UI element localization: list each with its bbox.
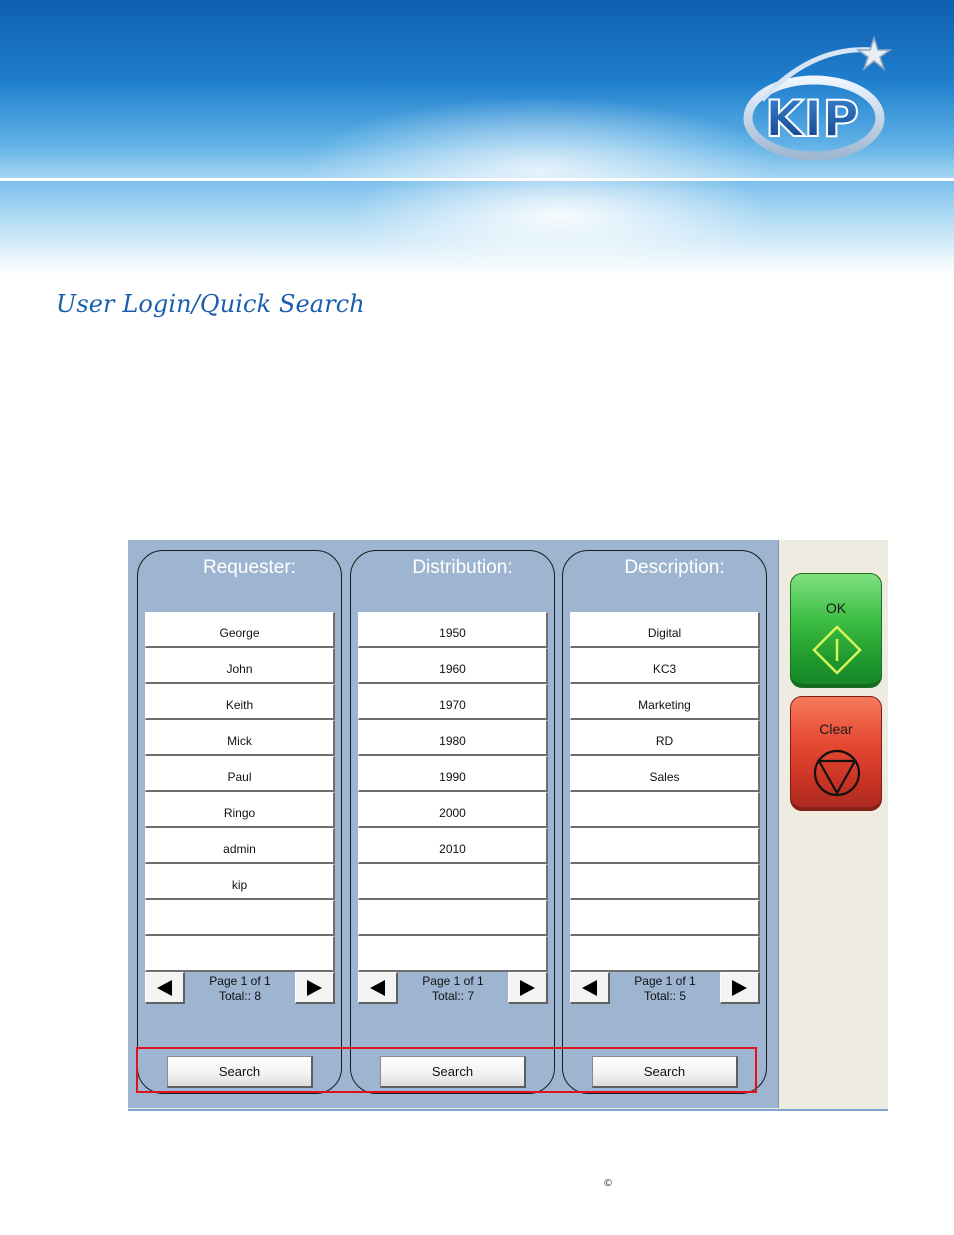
list-item[interactable]: admin — [145, 828, 335, 864]
list-item[interactable] — [570, 936, 760, 972]
list-item[interactable] — [570, 792, 760, 828]
page-indicator: Page 1 of 1 — [209, 974, 271, 988]
total-count: Total:: 8 — [218, 989, 262, 1003]
next-page-button[interactable] — [508, 972, 548, 1004]
list-item[interactable]: John — [145, 648, 335, 684]
distribution-pager: Page 1 of 1 Total:: 7 — [358, 972, 548, 1006]
page-indicator: Page 1 of 1 — [634, 974, 696, 988]
distribution-column: Distribution: 1950 1960 1970 1980 1990 2… — [350, 550, 555, 1094]
list-item[interactable]: 1990 — [358, 756, 548, 792]
list-item[interactable]: Paul — [145, 756, 335, 792]
search-columns-area: Requester: George John Keith Mick Paul R… — [128, 540, 779, 1108]
kip-logo: KIP — [743, 35, 892, 160]
arrow-left-icon — [157, 979, 172, 996]
prev-page-button[interactable] — [145, 972, 185, 1004]
list-item[interactable]: Mick — [145, 720, 335, 756]
list-item[interactable]: 2010 — [358, 828, 548, 864]
arrow-right-icon — [520, 979, 535, 996]
ok-label: OK — [825, 600, 847, 616]
list-item[interactable] — [570, 828, 760, 864]
list-item[interactable]: 2000 — [358, 792, 548, 828]
list-item[interactable]: Sales — [570, 756, 760, 792]
list-item[interactable]: 1960 — [358, 648, 548, 684]
quick-search-panel: Requester: George John Keith Mick Paul R… — [128, 540, 888, 1110]
page-title: User Login/Quick Search — [56, 290, 365, 318]
description-column: Description: Digital KC3 Marketing RD Sa… — [562, 550, 767, 1094]
clear-label: Clear — [819, 721, 853, 737]
list-item[interactable] — [358, 900, 548, 936]
prev-page-button[interactable] — [358, 972, 398, 1004]
prev-page-button[interactable] — [570, 972, 610, 1004]
list-item[interactable]: Ringo — [145, 792, 335, 828]
list-item[interactable] — [570, 864, 760, 900]
page-indicator: Page 1 of 1 — [422, 974, 484, 988]
list-item[interactable] — [145, 900, 335, 936]
requester-title: Requester: — [203, 557, 296, 578]
list-item[interactable] — [145, 936, 335, 972]
next-page-button[interactable] — [295, 972, 335, 1004]
list-item[interactable]: 1980 — [358, 720, 548, 756]
list-item[interactable]: RD — [570, 720, 760, 756]
list-item[interactable] — [570, 900, 760, 936]
distribution-title: Distribution: — [412, 557, 513, 578]
copyright-symbol: © — [603, 1178, 613, 1189]
clear-button[interactable]: Clear — [790, 696, 882, 811]
arrow-right-icon — [307, 979, 322, 996]
ok-button[interactable]: OK — [790, 573, 882, 688]
arrow-right-icon — [732, 979, 747, 996]
arrow-left-icon — [370, 979, 385, 996]
arrow-left-icon — [582, 979, 597, 996]
list-item[interactable]: George — [145, 612, 335, 648]
next-page-button[interactable] — [720, 972, 760, 1004]
requester-pager: Page 1 of 1 Total:: 8 — [145, 972, 335, 1006]
distribution-list: 1950 1960 1970 1980 1990 2000 2010 — [358, 612, 548, 972]
list-item[interactable]: KC3 — [570, 648, 760, 684]
list-item[interactable]: Keith — [145, 684, 335, 720]
requester-column: Requester: George John Keith Mick Paul R… — [137, 550, 342, 1094]
search-buttons-highlight — [136, 1047, 757, 1093]
list-item[interactable]: 1970 — [358, 684, 548, 720]
stop-icon — [813, 749, 861, 797]
panel-bottom-rule — [128, 1109, 888, 1111]
description-list: Digital KC3 Marketing RD Sales — [570, 612, 760, 972]
header-banner-lower — [0, 181, 954, 276]
list-item[interactable]: Digital — [570, 612, 760, 648]
list-item[interactable]: Marketing — [570, 684, 760, 720]
total-count: Total:: 5 — [643, 989, 687, 1003]
total-count: Total:: 7 — [431, 989, 475, 1003]
start-diamond-icon — [812, 625, 862, 675]
kip-logo-text: KIP — [765, 90, 859, 148]
list-item[interactable] — [358, 864, 548, 900]
description-pager: Page 1 of 1 Total:: 5 — [570, 972, 760, 1006]
description-title: Description: — [624, 557, 725, 578]
requester-list: George John Keith Mick Paul Ringo admin … — [145, 612, 335, 972]
list-item[interactable] — [358, 936, 548, 972]
list-item[interactable]: 1950 — [358, 612, 548, 648]
list-item[interactable]: kip — [145, 864, 335, 900]
